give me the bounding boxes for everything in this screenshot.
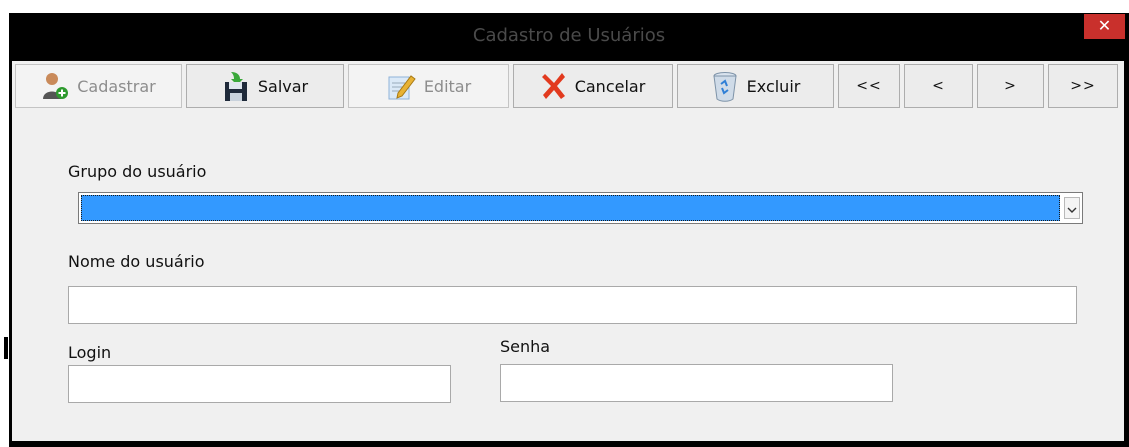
next-record-button[interactable]: >: [977, 64, 1044, 108]
cancelar-label: Cancelar: [574, 76, 646, 96]
grupo-combobox[interactable]: [78, 192, 1083, 224]
grupo-selection-highlight: [81, 195, 1060, 221]
login-label: Login: [68, 343, 112, 362]
last-record-label: >>: [1070, 78, 1096, 94]
grupo-label: Grupo do usuário: [68, 162, 207, 181]
cadastrar-label: Cadastrar: [77, 76, 156, 96]
recycle-bin-icon: [711, 70, 739, 102]
first-record-button[interactable]: <<: [838, 64, 900, 108]
senha-input[interactable]: [500, 364, 893, 402]
cancelar-button[interactable]: Cancelar: [513, 64, 673, 108]
toolbar: Cadastrar Salvar Editar Cancelar Excluir…: [12, 61, 1124, 109]
previous-record-button[interactable]: <: [904, 64, 973, 108]
background-mark: [4, 337, 8, 359]
editar-button[interactable]: Editar: [348, 64, 509, 108]
save-floppy-icon: [222, 70, 250, 102]
close-button[interactable]: ✕: [1084, 14, 1125, 39]
edit-pencil-icon: [386, 71, 416, 101]
nome-input[interactable]: [68, 286, 1077, 324]
cancel-x-icon: [541, 71, 567, 101]
grupo-dropdown-button[interactable]: [1064, 197, 1080, 219]
chevron-down-icon: [1067, 199, 1077, 218]
excluir-button[interactable]: Excluir: [677, 64, 834, 108]
background-strip: [0, 0, 9, 447]
excluir-label: Excluir: [746, 76, 801, 96]
editar-label: Editar: [423, 76, 472, 96]
user-add-icon: [41, 71, 69, 101]
previous-record-label: <: [932, 78, 945, 94]
title-bar[interactable]: Cadastro de Usuários ✕: [9, 13, 1129, 61]
nome-label: Nome do usuário: [68, 252, 205, 271]
next-record-label: >: [1004, 78, 1017, 94]
first-record-label: <<: [856, 78, 882, 94]
window-title: Cadastro de Usuários: [472, 25, 666, 46]
user-registration-window: Cadastro de Usuários ✕ Cadastrar Salvar …: [9, 13, 1129, 447]
last-record-button[interactable]: >>: [1048, 64, 1118, 108]
close-icon: ✕: [1097, 16, 1112, 35]
salvar-label: Salvar: [257, 76, 309, 96]
login-input[interactable]: [68, 365, 451, 403]
form-client-area: Cadastrar Salvar Editar Cancelar Excluir…: [12, 61, 1124, 441]
salvar-button[interactable]: Salvar: [186, 64, 344, 108]
cadastrar-button[interactable]: Cadastrar: [15, 64, 182, 108]
senha-label: Senha: [500, 337, 551, 356]
